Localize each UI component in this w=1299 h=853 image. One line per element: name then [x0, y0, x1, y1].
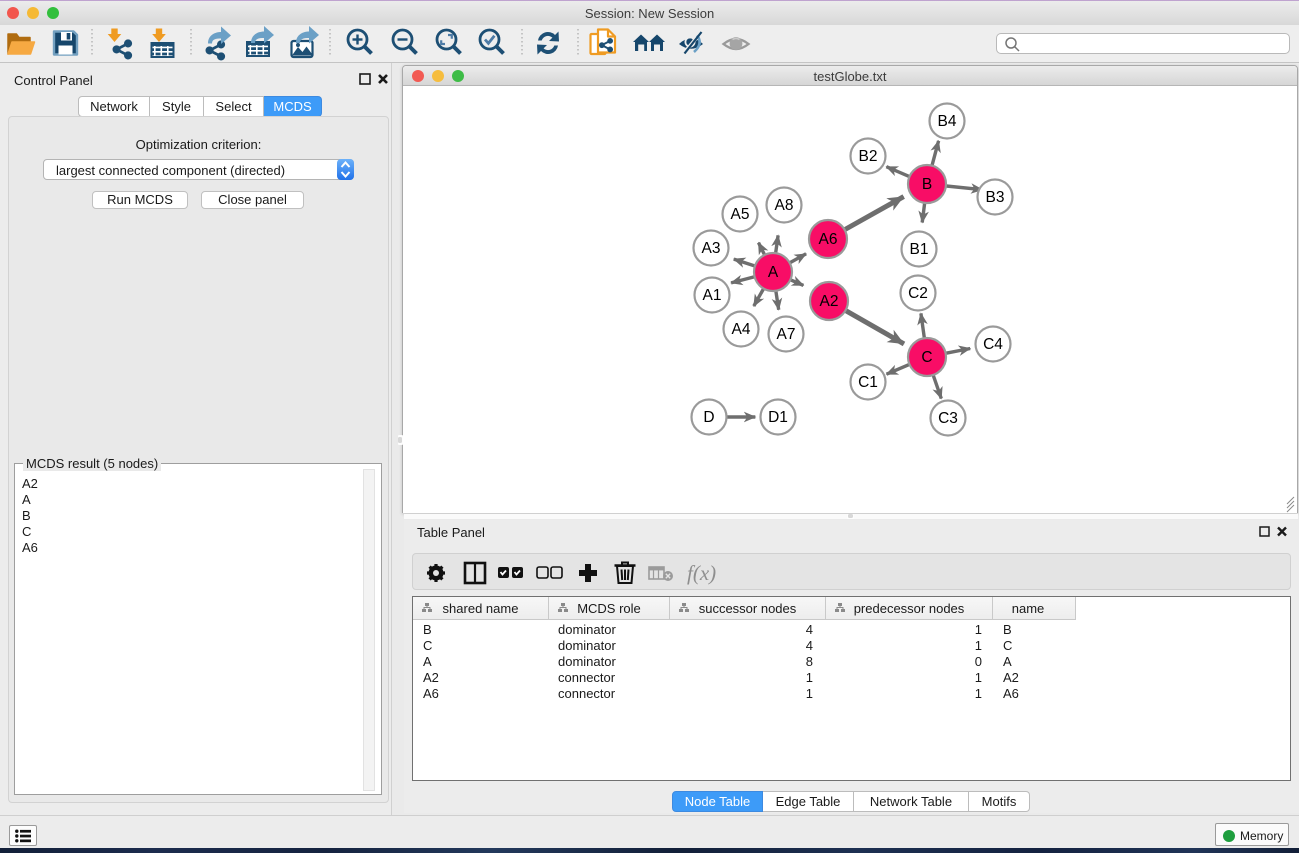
svg-text:f(x): f(x) — [687, 561, 716, 585]
svg-text:D1: D1 — [768, 409, 788, 426]
svg-text:C3: C3 — [938, 410, 958, 427]
svg-text:A: A — [768, 264, 779, 281]
svg-text:B4: B4 — [938, 113, 957, 130]
svg-text:A8: A8 — [775, 197, 794, 214]
svg-text:B: B — [922, 176, 932, 193]
svg-text:A3: A3 — [702, 240, 721, 257]
svg-text:A7: A7 — [777, 326, 796, 343]
svg-text:A2: A2 — [820, 293, 839, 310]
svg-text:C: C — [921, 349, 932, 366]
svg-text:A1: A1 — [703, 287, 722, 304]
svg-text:A6: A6 — [819, 231, 838, 248]
svg-text:B2: B2 — [859, 148, 878, 165]
svg-text:B1: B1 — [910, 241, 929, 258]
svg-text:A4: A4 — [732, 321, 751, 338]
svg-text:C4: C4 — [983, 336, 1003, 353]
svg-text:A5: A5 — [731, 206, 750, 223]
svg-text:C2: C2 — [908, 285, 928, 302]
svg-text:C1: C1 — [858, 374, 878, 391]
svg-text:D: D — [703, 409, 714, 426]
svg-text:B3: B3 — [986, 189, 1005, 206]
